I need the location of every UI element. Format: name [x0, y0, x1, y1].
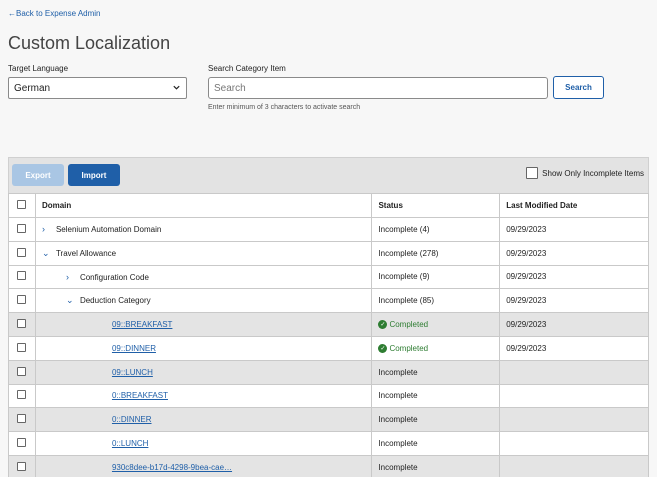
- table-row[interactable]: › Selenium Automation Domain Incomplete (…: [8, 217, 649, 242]
- show-only-incomplete-checkbox[interactable]: [526, 167, 539, 179]
- export-button[interactable]: Export: [12, 164, 64, 186]
- row-checkbox[interactable]: [17, 438, 27, 448]
- chevron-down-icon[interactable]: ⌄: [42, 248, 52, 259]
- row-checkbox[interactable]: [17, 461, 27, 471]
- category-name: Deduction Category: [79, 296, 151, 306]
- table-toolbar: Export Import Show Only Incomplete Items: [8, 157, 649, 193]
- chevron-right-icon[interactable]: ›: [42, 224, 52, 234]
- domain-name: Selenium Automation Domain: [55, 225, 162, 235]
- row-checkbox[interactable]: [17, 414, 27, 424]
- item-link[interactable]: 0::BREAKFAST: [112, 391, 168, 400]
- date-cell: 09/29/2023: [499, 217, 649, 242]
- status-cell: Incomplete: [371, 383, 501, 409]
- row-checkbox[interactable]: [17, 342, 27, 352]
- date-cell: [499, 359, 649, 385]
- search-button[interactable]: Search: [553, 76, 604, 99]
- status-cell: Incomplete: [371, 407, 501, 433]
- date-cell: [499, 431, 649, 456]
- item-link[interactable]: 09::DINNER: [112, 344, 156, 353]
- row-checkbox[interactable]: [17, 223, 27, 233]
- check-circle-icon: ✓: [378, 344, 388, 354]
- column-header-status[interactable]: Status: [371, 193, 501, 218]
- date-cell: [499, 407, 649, 433]
- status-cell: Incomplete (4): [371, 217, 501, 242]
- status-cell: Incomplete (9): [371, 264, 501, 290]
- table-row[interactable]: ⌄ Deduction Category Incomplete (85) 09/2…: [8, 288, 649, 314]
- status-completed: Completed: [389, 319, 429, 329]
- search-input[interactable]: [208, 77, 548, 99]
- back-to-expense-admin-link[interactable]: ←Back to Expense Admin: [8, 9, 101, 18]
- column-header-last-modified[interactable]: Last Modified Date: [499, 193, 649, 218]
- select-all-checkbox[interactable]: [17, 200, 27, 209]
- chevron-right-icon[interactable]: ›: [66, 272, 76, 282]
- search-category-label: Search Category Item: [208, 64, 286, 73]
- table-row[interactable]: 0::DINNER Incomplete: [8, 407, 649, 433]
- table-row[interactable]: 09::LUNCH Incomplete: [8, 359, 649, 385]
- show-only-incomplete-label: Show Only Incomplete Items: [542, 168, 644, 178]
- date-cell: 09/29/2023: [499, 335, 649, 361]
- item-link[interactable]: 930c8dee-b17d-4298-9bea-cae…: [112, 463, 232, 472]
- date-cell: [499, 454, 649, 477]
- status-completed: Completed: [389, 343, 429, 353]
- table-row[interactable]: › Configuration Code Incomplete (9) 09/29…: [8, 264, 649, 290]
- date-cell: [499, 383, 649, 409]
- page-title: Custom Localization: [8, 33, 171, 53]
- row-checkbox[interactable]: [17, 319, 27, 329]
- table-header-row: Domain Status Last Modified Date: [8, 193, 649, 218]
- row-checkbox[interactable]: [17, 366, 27, 376]
- item-link[interactable]: 09::BREAKFAST: [112, 320, 172, 329]
- date-cell: 09/29/2023: [499, 312, 649, 337]
- target-language-value: German: [14, 83, 51, 94]
- status-cell: Incomplete: [371, 454, 501, 477]
- localization-table: Domain Status Last Modified Date › Seleni…: [8, 193, 649, 477]
- item-link[interactable]: 09::LUNCH: [112, 368, 153, 377]
- item-link[interactable]: 0::DINNER: [112, 415, 152, 424]
- row-checkbox[interactable]: [17, 247, 27, 257]
- show-only-incomplete-toggle[interactable]: Show Only Incomplete Items: [526, 167, 644, 179]
- chevron-down-icon: [173, 85, 180, 90]
- status-cell: Incomplete (85): [371, 288, 501, 314]
- status-cell: Incomplete (278): [371, 240, 501, 266]
- column-header-domain[interactable]: Domain: [34, 193, 373, 218]
- page: ←Back to Expense Admin Custom Localizati…: [0, 0, 657, 477]
- date-cell: 09/29/2023: [499, 264, 649, 290]
- date-cell: 09/29/2023: [499, 288, 649, 314]
- table-row[interactable]: 0::LUNCH Incomplete: [8, 431, 649, 456]
- status-cell: Incomplete: [371, 431, 501, 456]
- row-checkbox[interactable]: [17, 295, 27, 305]
- status-cell: Incomplete: [371, 359, 501, 385]
- search-hint: Enter minimum of 3 characters to activat…: [208, 104, 361, 111]
- date-cell: 09/29/2023: [499, 240, 649, 266]
- row-checkbox[interactable]: [17, 390, 27, 400]
- table-row[interactable]: 09::DINNER ✓ Completed 09/29/2023: [8, 335, 649, 361]
- domain-name: Travel Allowance: [55, 248, 117, 258]
- target-language-select[interactable]: German: [8, 77, 187, 99]
- import-button[interactable]: Import: [68, 164, 120, 186]
- check-circle-icon: ✓: [378, 320, 388, 330]
- table-row[interactable]: 0::BREAKFAST Incomplete: [8, 383, 649, 409]
- target-language-label: Target Language: [8, 64, 69, 73]
- table-row[interactable]: 09::BREAKFAST ✓ Completed 09/29/2023: [8, 312, 649, 337]
- item-link[interactable]: 0::LUNCH: [112, 439, 148, 448]
- table-row[interactable]: 930c8dee-b17d-4298-9bea-cae… Incomplete: [8, 454, 649, 477]
- category-name: Configuration Code: [79, 272, 149, 282]
- chevron-down-icon[interactable]: ⌄: [66, 295, 76, 306]
- table-row[interactable]: ⌄ Travel Allowance Incomplete (278) 09/29…: [8, 240, 649, 266]
- row-checkbox[interactable]: [17, 271, 27, 281]
